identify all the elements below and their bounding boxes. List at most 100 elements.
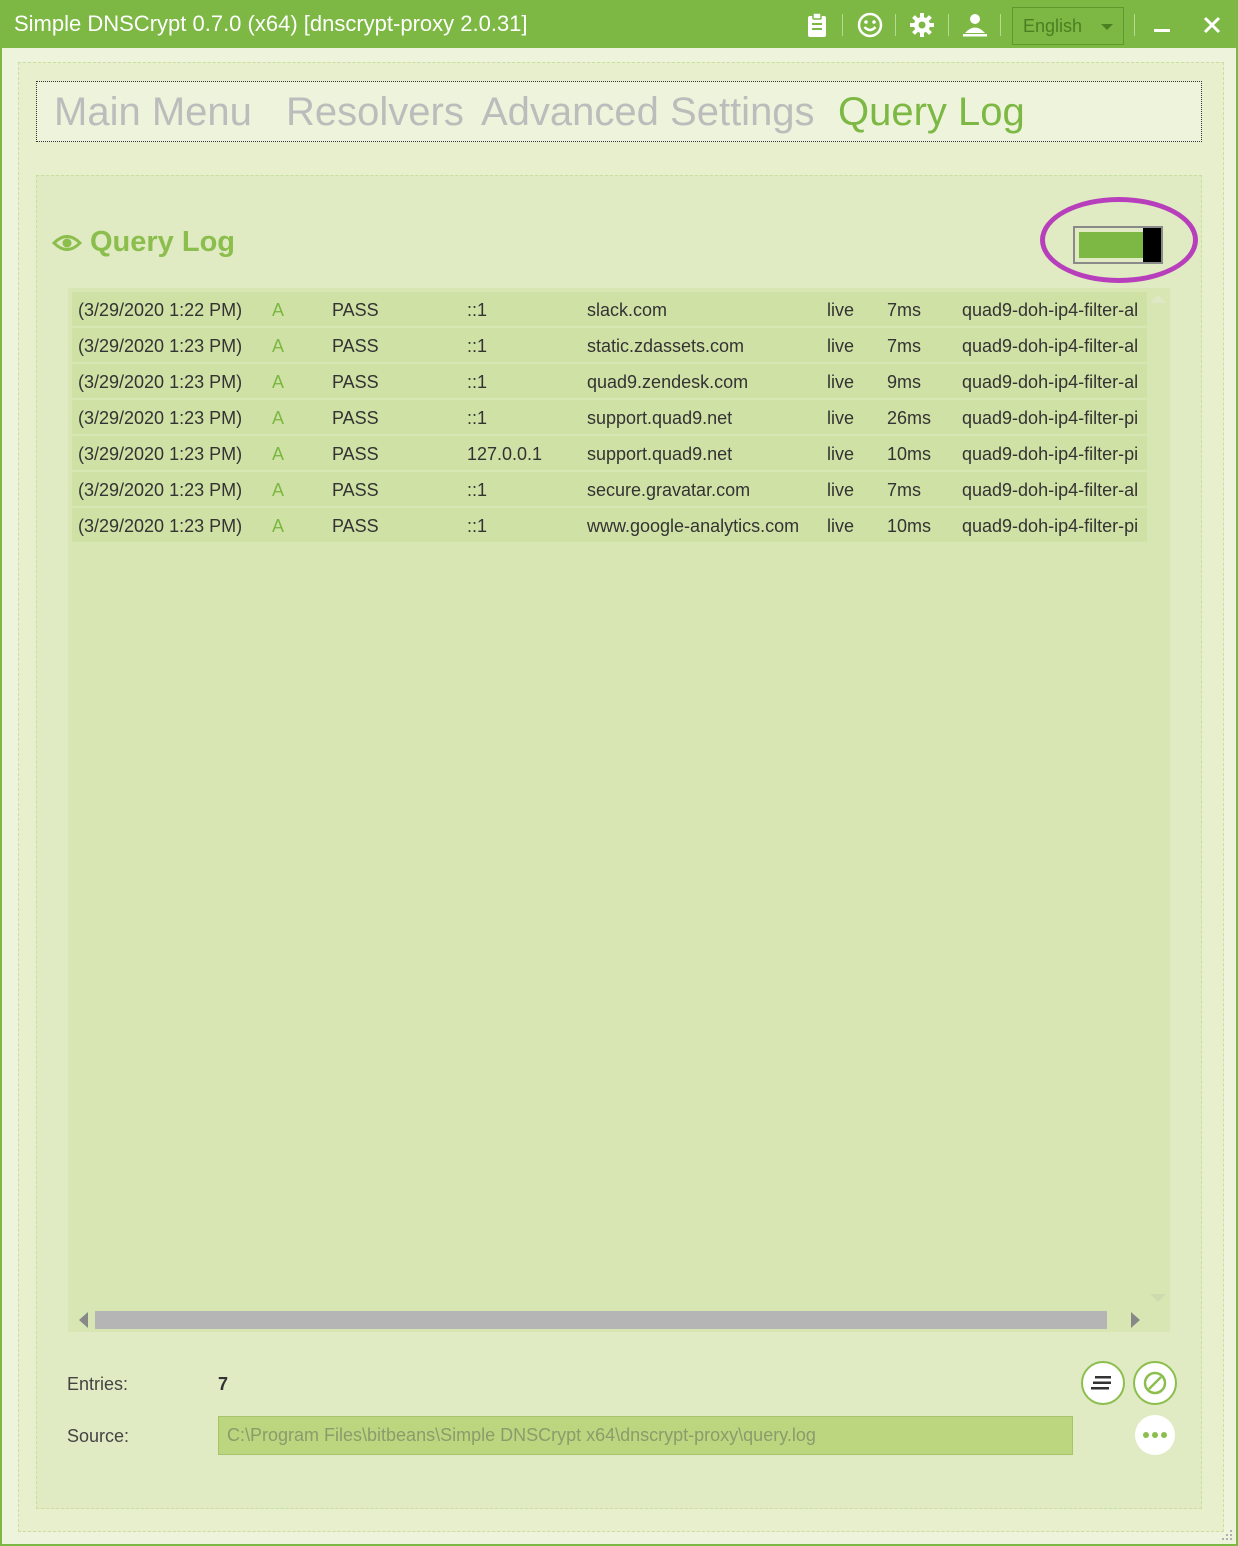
log-domain: secure.gravatar.com [587,480,751,500]
log-server: quad9-doh-ip4-filter-pi [962,516,1139,536]
scroll-down-arrow[interactable] [1150,1294,1166,1302]
toolbar-divider [948,14,949,36]
log-domain: support.quad9.net [587,408,733,428]
log-row[interactable]: (3/29/2020 1:23 PM) A PASS::1 www.google-an… [72,508,1147,542]
log-record-type: A [272,480,285,500]
horizontal-scrollbar-thumb[interactable] [95,1311,1107,1329]
log-record-type: A [272,516,285,536]
toggle-track [1079,232,1145,258]
source-label: Source: [67,1426,130,1446]
toolbar-divider [895,14,896,36]
log-record-type: A [272,372,285,392]
log-action: PASS [332,372,379,392]
toolbar-divider [1134,14,1135,36]
log-action: PASS [332,336,379,356]
log-server: quad9-doh-ip4-filter-pi [962,444,1139,464]
log-time: (3/29/2020 1:23 PM) [78,336,243,356]
log-duration: 9ms [887,372,922,392]
log-duration: 7ms [887,336,922,356]
log-domain: support.quad9.net [587,444,733,464]
log-record-type: A [272,444,285,464]
section-title: Query Log [90,226,236,258]
log-server: quad9-doh-ip4-filter-al [962,336,1139,356]
log-status: live [827,516,855,536]
log-time: (3/29/2020 1:22 PM) [78,300,243,320]
log-duration: 7ms [887,300,922,320]
block-icon [1143,1371,1167,1395]
log-client: ::1 [467,372,488,392]
clipboard-icon[interactable] [803,11,831,39]
log-action: PASS [332,516,379,536]
log-client: ::1 [467,480,488,500]
log-server: quad9-doh-ip4-filter-pi [962,408,1139,428]
log-row[interactable]: (3/29/2020 1:23 PM) A PASS::1 secure.gravat… [72,472,1147,506]
tab-advanced-settings[interactable]: Advanced Settings [481,90,815,135]
entries-label: Entries: [67,1374,129,1394]
log-action: PASS [332,444,379,464]
log-duration: 7ms [887,480,922,500]
gear-icon[interactable] [908,11,936,39]
log-action: PASS [332,300,379,320]
log-status: live [827,444,855,464]
close-icon [1203,16,1221,34]
log-domain: quad9.zendesk.com [587,372,749,392]
log-row[interactable]: (3/29/2020 1:22 PM) A PASS::1 slack.com live… [72,292,1147,326]
minimize-icon [1154,29,1170,32]
log-server: quad9-doh-ip4-filter-al [962,300,1139,320]
log-duration: 26ms [887,408,932,428]
log-time: (3/29/2020 1:23 PM) [78,444,243,464]
log-client: ::1 [467,336,488,356]
log-time: (3/29/2020 1:23 PM) [78,480,243,500]
log-server: quad9-doh-ip4-filter-al [962,480,1139,500]
chevron-down-icon [1101,24,1113,30]
query-log-toggle[interactable] [1073,226,1163,264]
log-client: ::1 [467,300,488,320]
log-domain: slack.com [587,300,668,320]
log-server: quad9-doh-ip4-filter-al [962,372,1139,392]
block-button[interactable] [1133,1361,1177,1405]
more-icon [1143,1432,1167,1438]
scroll-left-arrow[interactable] [79,1312,88,1328]
log-row[interactable]: (3/29/2020 1:23 PM) A PASS::1 support.quad9… [72,400,1147,434]
log-client: ::1 [467,408,488,428]
log-client: 127.0.0.1 [467,444,543,464]
title-bar: Simple DNSCrypt 0.7.0 (x64) [dnscrypt-pr… [2,2,1236,48]
log-time: (3/29/2020 1:23 PM) [78,516,243,536]
language-select[interactable]: English [1012,7,1124,45]
log-status: live [827,336,855,356]
tab-main-menu[interactable]: Main Menu [54,90,252,135]
smiley-icon[interactable] [856,11,884,39]
log-time: (3/29/2020 1:23 PM) [78,408,243,428]
log-domain: static.zdassets.com [587,336,745,356]
source-path-field[interactable] [218,1416,1073,1455]
log-record-type: A [272,300,285,320]
log-row[interactable]: (3/29/2020 1:23 PM) A PASS::1 static.zdasse… [72,328,1147,362]
scroll-right-arrow[interactable] [1131,1312,1140,1328]
log-status: live [827,372,855,392]
log-status: live [827,300,855,320]
main-nav: Main Menu Resolvers Advanced Settings Qu… [36,81,1202,142]
log-row[interactable]: (3/29/2020 1:23 PM) A PASS::1 quad9.zendesk… [72,364,1147,398]
log-duration: 10ms [887,444,932,464]
log-duration: 10ms [887,516,932,536]
tab-resolvers[interactable]: Resolvers [286,90,464,135]
language-select-value: English [1023,16,1083,36]
close-button[interactable] [1196,10,1228,40]
log-time: (3/29/2020 1:23 PM) [78,372,243,392]
minimize-button[interactable] [1146,10,1178,40]
scroll-up-arrow[interactable] [1150,295,1166,303]
person-icon[interactable] [961,11,989,39]
log-record-type: A [272,408,285,428]
tab-query-log[interactable]: Query Log [838,90,1025,135]
query-log-list[interactable]: (3/29/2020 1:22 PM) A PASS::1 slack.com live… [68,288,1170,1332]
clear-log-button[interactable] [1081,1361,1125,1405]
resize-grip-icon[interactable] [1218,1526,1234,1542]
browse-button[interactable] [1135,1415,1175,1455]
log-client: ::1 [467,516,488,536]
window-title: Simple DNSCrypt 0.7.0 (x64) [dnscrypt-pr… [14,11,528,36]
log-domain: www.google-analytics.com [587,516,800,536]
log-row[interactable]: (3/29/2020 1:23 PM) A PASS 127.0.0.1 support… [72,436,1147,470]
entries-count: 7 [218,1374,229,1394]
toggle-knob [1143,228,1161,262]
log-record-type: A [272,336,285,356]
